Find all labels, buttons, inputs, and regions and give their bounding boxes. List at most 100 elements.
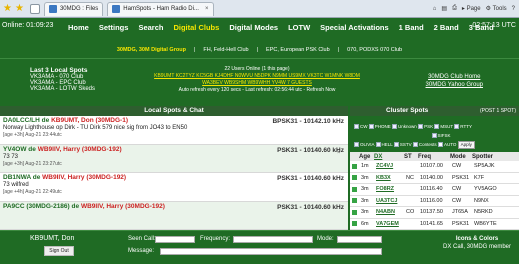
dx-callsign[interactable]: PA9CC (30MDG-2186) bbox=[3, 203, 70, 210]
cell-dx[interactable]: ZC4VJ bbox=[376, 163, 406, 169]
checkbox-icon[interactable] bbox=[434, 124, 440, 130]
local-spots-list[interactable]: DA0LCC/LH de KB9UMT, Don (30MDG-1) BPSK31… bbox=[0, 116, 348, 230]
club-tab[interactable]: 30MDG, 30M Digital Group bbox=[117, 47, 186, 53]
table-row[interactable]: 3m N4ABN CO 10137.50 JT65A N5RKD bbox=[350, 207, 519, 219]
nav-item[interactable]: 2 Band bbox=[434, 23, 459, 32]
filter-checkbox[interactable]: CW bbox=[354, 124, 369, 130]
column-header[interactable]: Freq bbox=[418, 154, 450, 160]
checkbox-icon[interactable] bbox=[392, 124, 398, 130]
tab-grid-icon[interactable] bbox=[29, 3, 40, 14]
nav-item[interactable]: Home bbox=[68, 23, 89, 32]
checkbox-icon[interactable] bbox=[354, 124, 359, 130]
filter-checkbox[interactable]: Unknown bbox=[392, 124, 418, 130]
filter-checkbox[interactable]: SIFSK bbox=[431, 133, 451, 139]
cell-dx[interactable]: N4ABN bbox=[376, 209, 406, 215]
close-icon[interactable]: × bbox=[337, 150, 341, 156]
print-icon[interactable]: ⎙ bbox=[452, 5, 457, 12]
sign-out-button[interactable]: Sign Out bbox=[44, 246, 74, 256]
spot-item[interactable]: DB1NWA de WB9IIV, Harry (30MDG-192) PSK31… bbox=[0, 173, 348, 202]
help-icon[interactable]: ? bbox=[512, 6, 515, 12]
message-input[interactable] bbox=[160, 248, 382, 255]
table-row[interactable]: 6m VA7GEM 10141.65 PSK31 WB6YTE bbox=[350, 219, 519, 230]
checkbox-icon[interactable] bbox=[368, 124, 374, 130]
cell-dx[interactable]: UA3TCJ bbox=[376, 198, 406, 204]
filter-checkbox[interactable]: HELL bbox=[375, 142, 394, 148]
cell-spotter: N5RKD bbox=[474, 209, 493, 216]
tab-30mdg-files[interactable]: 30MDG : Files bbox=[43, 1, 104, 16]
favorites-star-icon[interactable]: ★ bbox=[3, 3, 12, 14]
cell-dx[interactable]: KB3X bbox=[376, 175, 406, 181]
spot-item[interactable]: PA9CC (30MDG-2186) de WB9IIV, Harry (30M… bbox=[0, 201, 348, 230]
filter-checkbox[interactable]: OLIVIA bbox=[354, 142, 376, 148]
spotter-callsign[interactable]: KB9UMT bbox=[51, 117, 77, 124]
filter-checkbox[interactable]: SSTV bbox=[393, 142, 413, 148]
spotter-callsign[interactable]: WB9IIV bbox=[81, 203, 103, 210]
checkbox-icon[interactable] bbox=[418, 124, 424, 130]
cluster-table-header: Age DX ST Freq Mode Spotter bbox=[350, 152, 519, 161]
close-tab-icon[interactable]: × bbox=[205, 6, 209, 12]
cell-dx[interactable]: FO8RZ bbox=[376, 186, 406, 192]
club-tab[interactable]: FH, Feld-Hell Club bbox=[203, 47, 248, 53]
table-row[interactable]: 3m KB3X NC 10140.00 PSK31 K7F bbox=[350, 173, 519, 184]
page-menu[interactable]: ▸ Page bbox=[462, 5, 481, 12]
tab-hamspots[interactable]: HamSpots - Ham Radio Di... × bbox=[107, 1, 214, 16]
nav-item[interactable]: 1 Band bbox=[399, 23, 424, 32]
nav-item[interactable]: Special Activations bbox=[320, 23, 389, 32]
nav-item[interactable]: Settings bbox=[99, 23, 129, 32]
add-favorites-icon[interactable]: ★ bbox=[15, 3, 24, 14]
table-row[interactable]: 3m UA3TCJ 10116.00 CW N9NX bbox=[350, 196, 519, 207]
mode-filters: CW PHONE Unknown PSK MSUT RTTY SIFSK OLI… bbox=[350, 116, 519, 152]
filter-checkbox[interactable]: RTTY bbox=[454, 124, 472, 130]
checkbox-icon[interactable] bbox=[431, 133, 437, 139]
club-tab[interactable]: 070, PODXS 070 Club bbox=[347, 47, 402, 53]
filter-checkbox[interactable]: MSUT bbox=[434, 124, 454, 130]
checkbox-icon[interactable] bbox=[375, 142, 381, 148]
users-callsigns[interactable]: KB9UMT KC2TYZ KC5GB KJ4DHF N0WVU N5DPK N… bbox=[112, 73, 402, 80]
column-header[interactable]: Mode bbox=[450, 154, 472, 160]
users-callsigns[interactable]: WA3BEV WB9SHM WB9WHH YV4W 7 GUESTS bbox=[112, 80, 402, 87]
nav-item[interactable]: LOTW bbox=[288, 23, 310, 32]
dx-callsign[interactable]: DB1NWA bbox=[3, 174, 31, 181]
seen-call-input[interactable] bbox=[155, 236, 195, 243]
online-time: Online: 01:09:23 bbox=[2, 22, 54, 29]
spot-item[interactable]: DA0LCC/LH de KB9UMT, Don (30MDG-1) BPSK31… bbox=[0, 116, 348, 145]
filter-checkbox[interactable]: PHONE bbox=[368, 124, 392, 130]
column-header[interactable]: ST bbox=[404, 154, 418, 160]
frequency-input[interactable] bbox=[233, 236, 313, 243]
nav-item[interactable]: Digital Clubs bbox=[173, 23, 219, 32]
local-spots-header: Local Spots & Chat bbox=[0, 106, 348, 116]
last3-item[interactable]: VK3AMA - LOTW Skeds bbox=[30, 86, 95, 92]
mode-select[interactable] bbox=[337, 236, 382, 243]
message-label: Message: bbox=[128, 248, 155, 254]
filter-checkbox[interactable]: Contests bbox=[412, 142, 438, 148]
dx-callsign[interactable]: YV4OW bbox=[3, 146, 26, 153]
auto-checkbox[interactable] bbox=[437, 142, 443, 148]
yahoo-group-link[interactable]: 30MDG Yahoo Group bbox=[426, 81, 483, 89]
filter-checkbox[interactable]: PSK bbox=[418, 124, 434, 130]
spot-item[interactable]: YV4OW de WB9IIV, Harry (30MDG-192) PSK31 … bbox=[0, 144, 348, 173]
home-icon[interactable]: ⌂ bbox=[433, 6, 437, 12]
dx-callsign[interactable]: DA0LCC/LH bbox=[3, 117, 40, 124]
nav-item[interactable]: Digital Modes bbox=[229, 23, 278, 32]
filter-label: Unknown bbox=[398, 124, 417, 129]
club-home-link[interactable]: 30MDG Club Home bbox=[426, 73, 483, 81]
column-header[interactable]: DX bbox=[374, 154, 404, 160]
spotter-callsign[interactable]: WB9IIV bbox=[42, 174, 64, 181]
column-header[interactable]: Spotter bbox=[472, 154, 508, 160]
column-header[interactable]: Age bbox=[350, 154, 374, 160]
tools-menu[interactable]: ⚙ Tools bbox=[486, 5, 507, 12]
spotter-callsign[interactable]: WB9IIV bbox=[38, 146, 60, 153]
nav-item[interactable]: Search bbox=[138, 23, 163, 32]
table-row[interactable]: 1m ZC4VJ 10107.00 CW SP5AJK bbox=[350, 161, 519, 173]
club-tab[interactable]: EPC, European PSK Club bbox=[266, 47, 330, 53]
status-marker bbox=[352, 209, 357, 215]
feeds-icon[interactable]: ▤ bbox=[441, 5, 447, 12]
checkbox-icon[interactable] bbox=[412, 142, 418, 148]
apply-button[interactable]: Apply bbox=[457, 141, 475, 149]
checkbox-icon[interactable] bbox=[454, 124, 460, 130]
cell-dx[interactable]: VA7GEM bbox=[376, 221, 406, 227]
table-row[interactable]: 3m FO8RZ 10116.40 CW YV5AGO bbox=[350, 184, 519, 196]
checkbox-icon[interactable] bbox=[393, 142, 399, 148]
post-spot-link[interactable]: (POST 1 SPOT) bbox=[480, 106, 516, 116]
checkbox-icon[interactable] bbox=[354, 142, 359, 148]
